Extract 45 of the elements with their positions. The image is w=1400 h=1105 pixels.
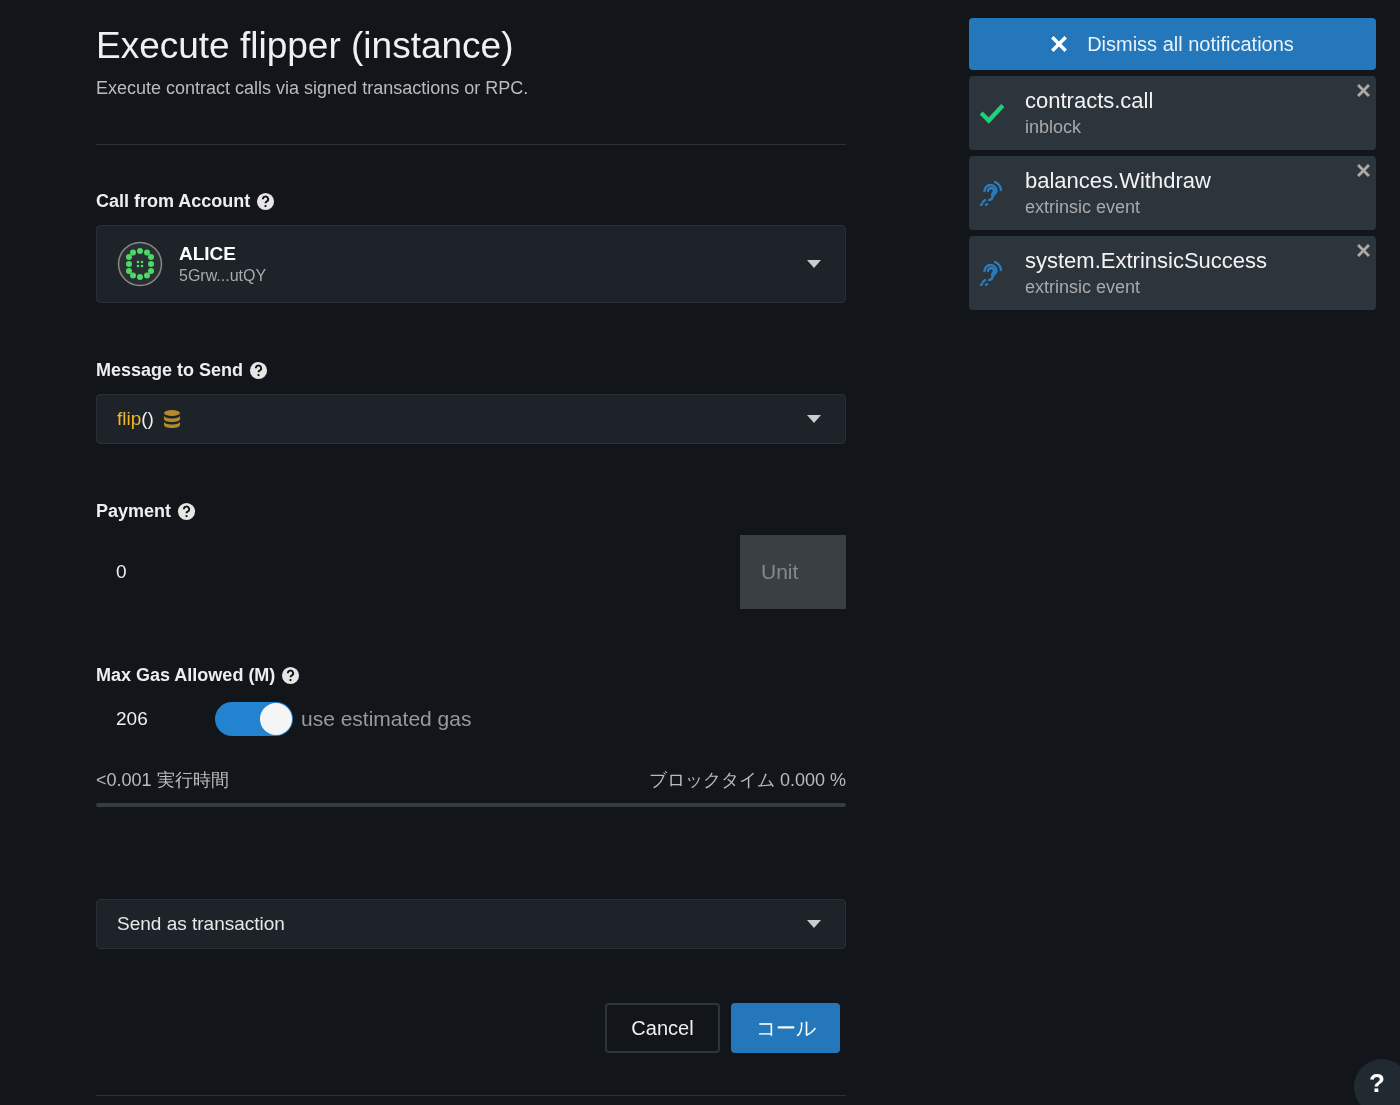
gas-input[interactable]: 206 xyxy=(96,708,196,730)
payment-input[interactable]: 0 xyxy=(96,535,740,609)
unit-label: Unit xyxy=(740,535,846,609)
account-name: ALICE xyxy=(179,243,237,265)
close-icon[interactable] xyxy=(1357,244,1370,257)
notification-title: system.ExtrinsicSuccess xyxy=(1025,248,1268,274)
help-icon[interactable] xyxy=(177,502,197,521)
field-label: Message to Send xyxy=(96,360,244,381)
account-address: 5Grw...utQY xyxy=(179,267,267,285)
toggle-label: use estimated gas xyxy=(301,707,472,731)
page-subtitle: Execute contract calls via signed transactions or RPC. xyxy=(96,78,530,99)
message-dropdown[interactable]: flip() xyxy=(96,394,846,444)
toggle-switch[interactable] xyxy=(215,702,293,736)
send-mode-value: Send as transaction xyxy=(117,913,285,935)
close-icon xyxy=(1051,36,1068,52)
notification-subtitle: inblock xyxy=(1025,117,1083,138)
account-dropdown[interactable]: ALICE 5Grw...utQY xyxy=(96,225,846,303)
notification-title: contracts.call xyxy=(1025,88,1154,114)
identicon-icon xyxy=(117,241,163,287)
page-title: Execute flipper (instance) xyxy=(96,25,515,67)
caret-icon xyxy=(807,415,821,423)
ear-icon xyxy=(979,180,1005,206)
dismiss-all-button[interactable]: Dismiss all notifications xyxy=(969,18,1376,70)
close-icon[interactable] xyxy=(1357,164,1370,177)
method-name: flip() xyxy=(117,408,154,430)
field-label: Max Gas Allowed (M) xyxy=(96,665,276,686)
execution-time: <0.001 実行時間 xyxy=(96,769,229,792)
caret-icon xyxy=(807,260,821,268)
notification-subtitle: extrinsic event xyxy=(1025,197,1142,218)
help-icon[interactable] xyxy=(281,666,301,685)
block-time: ブロックタイム 0.000 % xyxy=(648,769,846,792)
field-label: Payment xyxy=(96,501,172,522)
cancel-button[interactable]: Cancel xyxy=(605,1003,720,1053)
send-mode-dropdown[interactable]: Send as transaction xyxy=(96,899,846,949)
ear-icon xyxy=(979,260,1005,286)
help-button[interactable]: ? xyxy=(1354,1059,1400,1105)
close-icon[interactable] xyxy=(1357,84,1370,97)
help-icon[interactable] xyxy=(256,192,276,211)
caret-icon xyxy=(807,920,821,928)
notification-title: balances.Withdraw xyxy=(1025,168,1211,194)
notification-subtitle: extrinsic event xyxy=(1025,277,1142,298)
call-button[interactable]: コール xyxy=(731,1003,840,1053)
database-icon xyxy=(163,410,180,428)
help-icon[interactable] xyxy=(249,361,269,380)
field-label: Call from Account xyxy=(96,191,251,212)
